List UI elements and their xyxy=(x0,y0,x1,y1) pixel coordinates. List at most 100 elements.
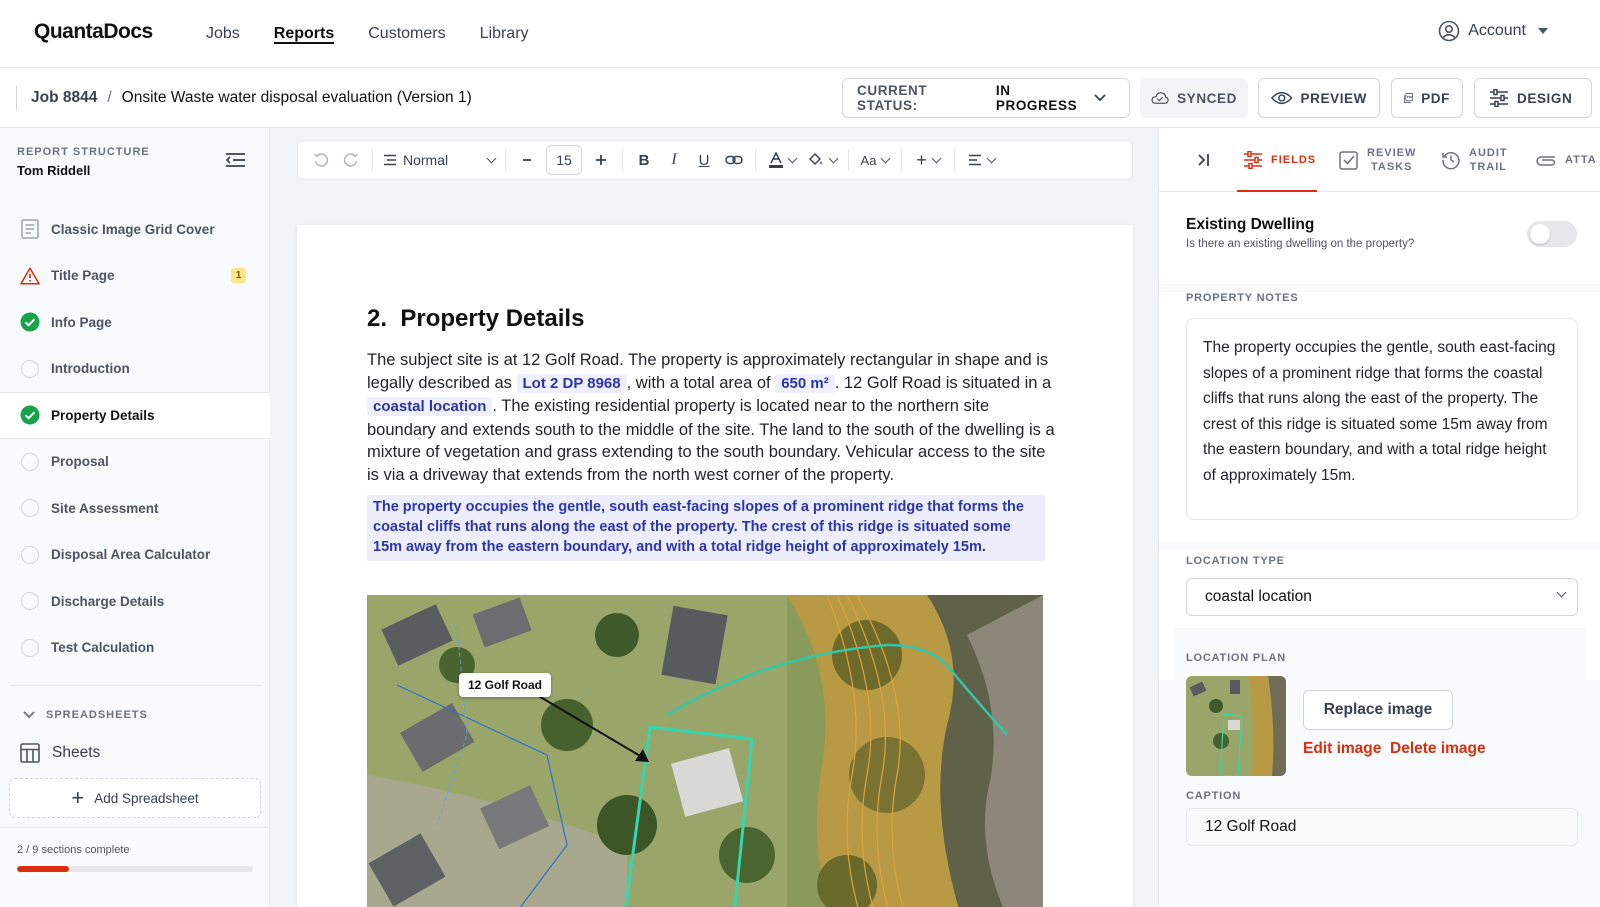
italic-button[interactable]: I xyxy=(659,144,689,176)
report-title: Onsite Waste water disposal evaluation (… xyxy=(121,89,472,106)
empty-circle-icon xyxy=(20,591,40,611)
design-label: DESIGN xyxy=(1517,90,1573,106)
section-label: Discharge Details xyxy=(51,593,165,609)
text-case-button[interactable]: Aa xyxy=(855,144,895,176)
sidebar-heading: REPORT STRUCTURE xyxy=(17,146,150,158)
status-dropdown[interactable]: CURRENT STATUS: IN PROGRESS xyxy=(842,78,1130,118)
caption-label: CAPTION xyxy=(1186,790,1242,802)
chevron-down-icon xyxy=(1556,587,1567,598)
tab-audit-trail[interactable]: AUDIT TRAIL xyxy=(1441,128,1521,192)
main-nav: Jobs Reports Customers Library xyxy=(206,0,563,68)
edit-image-link[interactable]: Edit image xyxy=(1303,740,1381,758)
toolbar-divider xyxy=(954,149,955,171)
user-circle-icon xyxy=(1438,20,1460,42)
location-type-select[interactable]: coastal location xyxy=(1186,578,1578,616)
empty-circle-icon xyxy=(20,545,40,565)
nav-library[interactable]: Library xyxy=(480,0,529,68)
font-size-input[interactable]: 15 xyxy=(546,145,582,175)
existing-dwelling-help: Is there an existing dwelling on the pro… xyxy=(1186,238,1415,250)
paragraph-text: , with a total area of xyxy=(626,373,776,392)
breadcrumb-job[interactable]: Job 8844 xyxy=(31,89,97,107)
section-item-discharge-details[interactable]: Discharge Details xyxy=(0,578,270,625)
collapse-sidebar-icon[interactable] xyxy=(225,152,247,173)
breadcrumb-separator: / xyxy=(107,89,112,106)
account-menu[interactable]: Account xyxy=(1438,20,1548,42)
sheets-item[interactable]: Sheets xyxy=(20,743,100,763)
delete-image-link[interactable]: Delete image xyxy=(1390,740,1486,758)
nav-customers[interactable]: Customers xyxy=(368,0,445,68)
highlight-color-button[interactable] xyxy=(802,144,842,176)
section-item-test-calculation[interactable]: Test Calculation xyxy=(0,625,270,672)
tab-attachments[interactable]: ATTA xyxy=(1535,128,1600,192)
job-bar: Job 8844 / Onsite Waste water disposal e… xyxy=(0,68,1600,128)
section-item-disposal-area-calculator[interactable]: Disposal Area Calculator xyxy=(0,532,270,579)
tab-review-tasks[interactable]: REVIEW TASKS xyxy=(1339,128,1429,192)
document-page: 2. Property Details The subject site is … xyxy=(297,225,1133,907)
existing-dwelling-toggle[interactable] xyxy=(1527,221,1577,247)
section-item-introduction[interactable]: Introduction xyxy=(0,346,270,393)
plus-icon: + xyxy=(916,149,927,170)
redo-icon[interactable] xyxy=(336,144,366,176)
tab-fields[interactable]: FIELDS xyxy=(1237,128,1317,192)
sliders-icon xyxy=(1490,89,1508,107)
property-paragraph[interactable]: The subject site is at 12 Golf Road. The… xyxy=(367,349,1057,486)
warning-icon xyxy=(20,266,40,286)
thumbnail-graphic xyxy=(1186,676,1286,776)
spreadsheets-toggle[interactable]: SPREADSHEETS xyxy=(22,709,148,721)
chevron-down-icon xyxy=(881,153,891,163)
insert-button[interactable]: + xyxy=(908,144,948,176)
replace-image-button[interactable]: Replace image xyxy=(1303,690,1453,730)
report-structure-sidebar: REPORT STRUCTURE Tom Riddell Classic Ima… xyxy=(0,128,270,907)
toolbar-divider xyxy=(755,149,756,171)
empty-circle-icon xyxy=(20,359,40,379)
text-color-button[interactable] xyxy=(762,144,802,176)
section-item-property-details[interactable]: Property Details xyxy=(0,392,270,439)
synced-label: SYNCED xyxy=(1177,90,1237,106)
paragraph-style-select[interactable]: Normal xyxy=(379,144,499,176)
nav-reports[interactable]: Reports xyxy=(273,0,335,68)
section-item-site-assessment[interactable]: Site Assessment xyxy=(0,485,270,532)
section-item-proposal[interactable]: Proposal xyxy=(0,439,270,486)
toolbar-divider xyxy=(848,149,849,171)
align-button[interactable] xyxy=(961,144,1001,176)
checkbox-icon xyxy=(1339,151,1358,170)
underline-button[interactable]: U xyxy=(689,144,719,176)
check-circle-icon xyxy=(20,405,40,425)
preview-button[interactable]: PREVIEW xyxy=(1258,78,1380,118)
pdf-button[interactable]: PDF PDF xyxy=(1391,78,1463,118)
location-type-label: LOCATION TYPE xyxy=(1186,555,1285,567)
design-button[interactable]: DESIGN xyxy=(1474,78,1592,118)
lot-field-chip[interactable]: Lot 2 DP 8968 xyxy=(516,373,627,393)
tab-attachments-label: ATTA xyxy=(1565,154,1597,166)
collapse-panel-icon[interactable] xyxy=(1195,151,1213,174)
status-label: CURRENT STATUS: xyxy=(857,83,928,113)
map-label: 12 Golf Road xyxy=(459,673,552,697)
location-field-chip[interactable]: coastal location xyxy=(367,397,493,416)
sections-progress-fill xyxy=(17,866,70,872)
add-spreadsheet-button[interactable]: + Add Spreadsheet xyxy=(9,778,261,818)
link-button[interactable] xyxy=(719,144,749,176)
divider xyxy=(10,685,262,686)
property-notes-label: PROPERTY NOTES xyxy=(1186,292,1299,304)
formatting-toolbar: Normal 15 B I U Aa + xyxy=(297,140,1133,180)
location-plan-thumbnail[interactable] xyxy=(1186,676,1286,776)
sections-progress-bar xyxy=(17,866,253,872)
nav-jobs[interactable]: Jobs xyxy=(206,0,240,68)
increase-font-size-button[interactable] xyxy=(586,144,616,176)
panel-tabs: FIELDS REVIEW TASKS AUDIT TRAIL ATTA xyxy=(1159,128,1600,192)
section-item-cover[interactable]: Classic Image Grid Cover xyxy=(0,206,270,253)
location-plan-image[interactable]: 12 Golf Road xyxy=(367,595,1043,907)
aerial-map-graphic xyxy=(367,595,1043,907)
paragraph-style-value: Normal xyxy=(403,152,449,168)
section-item-title-page[interactable]: Title Page 1 xyxy=(0,253,270,300)
caption-input[interactable]: 12 Golf Road xyxy=(1186,808,1578,846)
decrease-font-size-button[interactable] xyxy=(512,144,542,176)
section-item-info-page[interactable]: Info Page xyxy=(0,299,270,346)
property-notes-block[interactable]: The property occupies the gentle, south … xyxy=(367,495,1045,561)
property-notes-textarea[interactable]: The property occupies the gentle, south … xyxy=(1186,318,1578,520)
area-field-chip[interactable]: 650 m² xyxy=(775,373,835,393)
bold-button[interactable]: B xyxy=(629,144,659,176)
undo-icon[interactable] xyxy=(306,144,336,176)
synced-button[interactable]: SYNCED xyxy=(1140,78,1248,118)
app-logo[interactable]: QuantaDocs xyxy=(34,20,153,44)
